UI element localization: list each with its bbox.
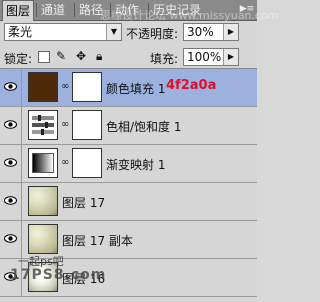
link-icon[interactable]: ∞ xyxy=(61,157,69,168)
link-icon[interactable]: ∞ xyxy=(61,119,69,130)
chevron-right-icon: ▶ xyxy=(223,49,238,65)
lock-label: 锁定: xyxy=(4,52,33,66)
layer-name[interactable]: 渐变映射 1 xyxy=(106,156,165,173)
layer-name[interactable]: 图层 17 副本 xyxy=(62,232,133,249)
layers-panel: 图层 通道 路径 动作 历史记录 思缘设计论坛 www.missyuan.com… xyxy=(0,0,278,302)
color-annotation: 4f2a0a xyxy=(166,78,217,93)
visibility-toggle[interactable] xyxy=(0,183,22,221)
eye-icon xyxy=(4,196,17,205)
brush-icon[interactable]: ✎ xyxy=(56,49,66,63)
layer-thumbnail[interactable] xyxy=(28,72,58,102)
eye-icon xyxy=(4,158,17,167)
move-icon[interactable]: ✥ xyxy=(76,49,86,63)
layer-row-gradient-map[interactable]: ∞ 渐变映射 1 xyxy=(0,145,257,183)
layer-thumbnail[interactable] xyxy=(28,224,58,254)
layer-mask-thumbnail[interactable] xyxy=(72,148,102,178)
adjustment-thumbnail[interactable] xyxy=(28,110,58,140)
layer-name[interactable]: 图层 17 xyxy=(62,194,105,211)
adjustment-thumbnail[interactable] xyxy=(28,148,58,178)
hue-saturation-icon xyxy=(32,115,54,135)
link-icon[interactable]: ∞ xyxy=(61,81,69,92)
opacity-input[interactable]: 30% ▶ xyxy=(183,23,239,41)
blend-row: 柔光 ▼ 不透明度: 30% ▶ xyxy=(0,21,257,45)
visibility-toggle[interactable] xyxy=(0,107,22,145)
visibility-toggle[interactable] xyxy=(0,145,22,183)
opacity-value: 30% xyxy=(187,25,214,39)
layer-row-17[interactable]: 图层 17 xyxy=(0,183,257,221)
blend-mode-select[interactable]: 柔光 ▼ xyxy=(4,23,122,41)
eye-icon xyxy=(4,82,17,91)
gradient-icon xyxy=(32,153,54,173)
opacity-label: 不透明度: xyxy=(126,27,179,41)
layer-row-hue-saturation[interactable]: ∞ 色相/饱和度 1 xyxy=(0,107,257,145)
lock-icon[interactable]: 🔒︎ xyxy=(96,49,102,63)
tab-channels[interactable]: 通道 xyxy=(38,0,68,20)
chevron-down-icon: ▼ xyxy=(106,24,121,40)
watermark-logo: 17PS8.com xyxy=(10,267,107,283)
fill-label: 填充: xyxy=(150,52,179,66)
blend-mode-value: 柔光 xyxy=(8,25,33,39)
layer-row-color-fill[interactable]: ∞ 颜色填充 1 4f2a0a xyxy=(0,69,257,107)
panel-tab-bar: 图层 通道 路径 动作 历史记录 思缘设计论坛 www.missyuan.com… xyxy=(0,0,278,22)
tab-layers[interactable]: 图层 xyxy=(2,0,34,21)
layer-thumbnail[interactable] xyxy=(28,186,58,216)
eye-icon xyxy=(4,120,17,129)
panel-menu-icon[interactable]: ▶≡ xyxy=(239,1,255,17)
lock-transparent-checkbox[interactable] xyxy=(38,51,50,63)
layer-mask-thumbnail[interactable] xyxy=(72,72,102,102)
visibility-toggle[interactable] xyxy=(0,69,22,107)
fill-input[interactable]: 100% ▶ xyxy=(183,48,239,66)
layer-name[interactable]: 色相/饱和度 1 xyxy=(106,118,182,135)
fill-value: 100% xyxy=(187,50,222,64)
eye-icon xyxy=(4,234,17,243)
chevron-right-icon: ▶ xyxy=(223,24,238,40)
layer-mask-thumbnail[interactable] xyxy=(72,110,102,140)
layer-name[interactable]: 颜色填充 1 xyxy=(106,80,165,97)
lock-row: 锁定: ✎ ✥ 🔒︎ 填充: 100% ▶ xyxy=(0,45,257,69)
